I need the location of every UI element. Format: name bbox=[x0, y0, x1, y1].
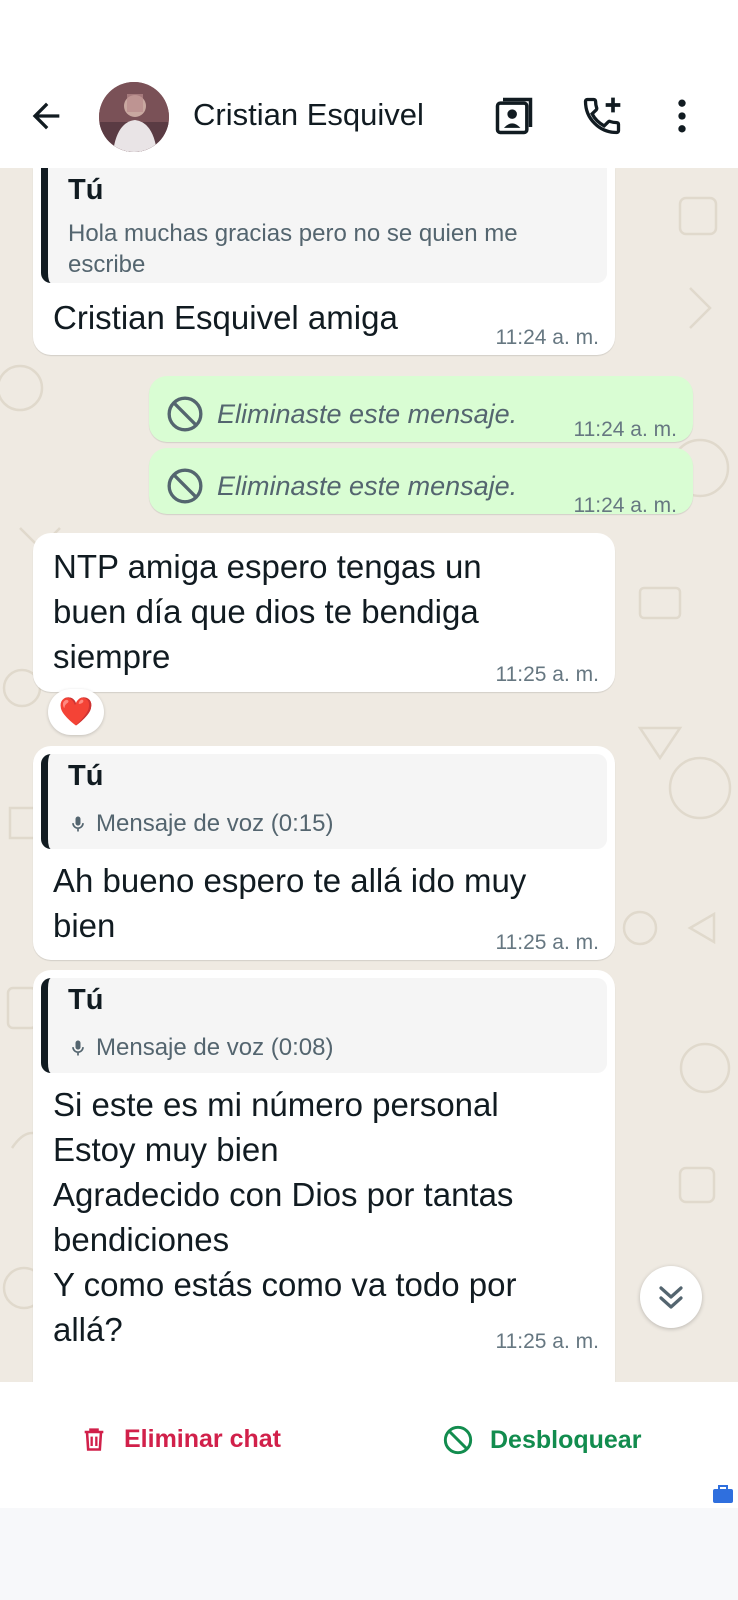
double-chevron-down-icon bbox=[659, 1286, 683, 1309]
message-text: Si este es mi número personal Estoy muy … bbox=[53, 1086, 517, 1348]
delete-chat-button[interactable]: Eliminar chat bbox=[80, 1424, 281, 1454]
voice-note-label: Mensaje de voz (0:15) bbox=[96, 810, 334, 837]
message-bubble-outgoing[interactable]: Eliminaste este mensaje. 11:24 a. m. bbox=[149, 376, 693, 442]
phone-plus-icon[interactable] bbox=[580, 94, 624, 138]
deleted-message-text: Eliminaste este mensaje. bbox=[217, 398, 518, 429]
message-text: NTP amiga espero tengas un buen día que … bbox=[53, 548, 482, 675]
message-time: 11:25 a. m. bbox=[495, 663, 599, 686]
deleted-message: Eliminaste este mensaje. bbox=[165, 394, 517, 434]
blocked-actions-bar: Eliminar chat Desbloquear bbox=[0, 1382, 738, 1508]
reaction-badge[interactable]: ❤️ bbox=[48, 689, 104, 735]
message-bubble[interactable]: Tú Mensaje de voz (0:08) Si este es mi n… bbox=[33, 970, 615, 1382]
system-nav-area bbox=[0, 1508, 738, 1600]
quote-voice-note: Mensaje de voz (0:08) bbox=[68, 1034, 333, 1062]
voice-note-label: Mensaje de voz (0:08) bbox=[96, 1034, 334, 1061]
contact-card-icon[interactable] bbox=[492, 94, 536, 138]
deleted-message-text: Eliminaste este mensaje. bbox=[217, 470, 518, 501]
message-time: 11:25 a. m. bbox=[495, 931, 599, 954]
quote-text: Hola muchas gracias pero no se quien me … bbox=[68, 220, 518, 278]
message-time: 11:24 a. m. bbox=[495, 326, 599, 349]
blocked-circle-icon bbox=[167, 468, 203, 504]
blocked-circle-icon bbox=[167, 396, 203, 432]
avatar[interactable] bbox=[99, 82, 169, 152]
briefcase-icon bbox=[713, 1485, 733, 1503]
message-time: 11:24 a. m. bbox=[573, 494, 677, 517]
chat-header: Cristian Esquivel bbox=[0, 0, 738, 168]
arrow-left-icon[interactable] bbox=[26, 96, 66, 136]
chat-area[interactable]: Tú Hola muchas gracias pero no se quien … bbox=[0, 168, 738, 1382]
message-time: 11:24 a. m. bbox=[573, 418, 677, 441]
more-vertical-icon[interactable] bbox=[660, 94, 704, 138]
quote-author: Tú bbox=[68, 984, 104, 1016]
message-bubble[interactable]: Tú Mensaje de voz (0:15) Ah bueno espero… bbox=[33, 746, 615, 960]
message-bubble-outgoing[interactable]: Eliminaste este mensaje. 11:24 a. m. bbox=[149, 448, 693, 517]
quoted-message[interactable]: Tú Mensaje de voz (0:15) bbox=[41, 754, 607, 849]
message-bubble[interactable]: Tú Hola muchas gracias pero no se quien … bbox=[33, 168, 615, 355]
message-bubble[interactable]: NTP amiga espero tengas un buen día que … bbox=[33, 533, 615, 692]
message-time: 11:25 a. m. bbox=[495, 1330, 599, 1353]
blocked-circle-icon bbox=[443, 1425, 473, 1455]
quoted-message[interactable]: Tú Hola muchas gracias pero no se quien … bbox=[41, 168, 607, 283]
unblock-button[interactable]: Desbloquear bbox=[442, 1424, 641, 1456]
quote-author: Tú bbox=[68, 174, 104, 206]
quote-voice-note: Mensaje de voz (0:15) bbox=[68, 810, 333, 838]
quoted-message[interactable]: Tú Mensaje de voz (0:08) bbox=[41, 978, 607, 1073]
contact-name[interactable]: Cristian Esquivel bbox=[193, 97, 424, 133]
scroll-to-bottom-button[interactable] bbox=[640, 1266, 702, 1328]
quote-author: Tú bbox=[68, 760, 104, 792]
delete-chat-label: Eliminar chat bbox=[124, 1424, 281, 1453]
trash-icon bbox=[84, 1428, 104, 1451]
unblock-label: Desbloquear bbox=[490, 1425, 642, 1454]
microphone-icon bbox=[72, 1040, 84, 1056]
microphone-icon bbox=[72, 816, 84, 832]
deleted-message: Eliminaste este mensaje. bbox=[165, 466, 517, 506]
